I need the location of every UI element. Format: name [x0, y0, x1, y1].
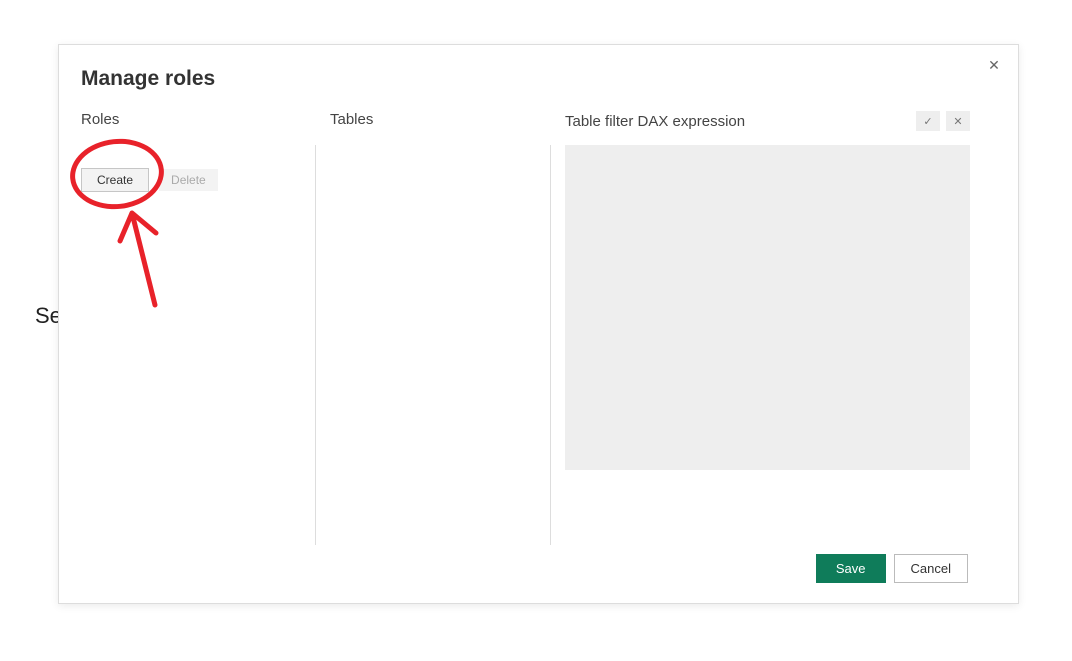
close-button[interactable]: ✕ [984, 55, 1004, 75]
x-icon: ✕ [953, 115, 962, 128]
create-button[interactable]: Create [81, 168, 149, 192]
dialog-footer: Save Cancel [816, 554, 968, 583]
tables-header: Tables [330, 111, 536, 128]
save-button[interactable]: Save [816, 554, 886, 583]
dialog-title: Manage roles [81, 67, 215, 91]
roles-button-row: Create Delete [81, 168, 299, 192]
dax-expression-input[interactable] [565, 145, 970, 470]
check-icon: ✓ [923, 115, 932, 128]
dax-apply-button[interactable]: ✓ [916, 111, 940, 131]
manage-roles-dialog: ✕ Manage roles Roles Create Delete Table… [58, 44, 1019, 604]
dax-header: Table filter DAX expression [565, 113, 745, 130]
roles-header: Roles [81, 111, 299, 128]
dax-icon-group: ✓ ✕ [916, 111, 970, 131]
delete-button: Delete [159, 169, 218, 191]
columns-container: Roles Create Delete Tables Table filter … [81, 109, 970, 539]
cancel-button[interactable]: Cancel [894, 554, 968, 583]
dax-column: Table filter DAX expression ✓ ✕ [551, 109, 970, 539]
dax-clear-button[interactable]: ✕ [946, 111, 970, 131]
tables-column: Tables [316, 109, 550, 539]
roles-column: Roles Create Delete [81, 109, 315, 539]
close-icon: ✕ [988, 57, 1000, 74]
dax-header-row: Table filter DAX expression ✓ ✕ [565, 111, 970, 131]
